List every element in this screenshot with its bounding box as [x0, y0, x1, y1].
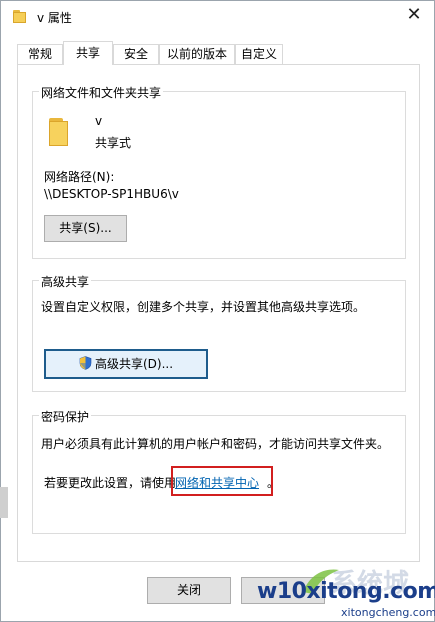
window-title: v 属性 [37, 11, 72, 25]
tab-customize[interactable]: 自定义 [235, 44, 283, 64]
network-path-value: \\DESKTOP-SP1HBU6\v [44, 187, 179, 201]
watermark-subtext: xitongcheng.com [341, 606, 435, 619]
tab-previous-versions[interactable]: 以前的版本 [159, 44, 235, 64]
network-path-label: 网络路径(N): [44, 170, 115, 184]
share-button[interactable]: 共享(S)... [44, 215, 127, 242]
folder-name: v [95, 114, 103, 128]
highlight-box [171, 466, 273, 496]
folder-icon [49, 118, 71, 146]
group-title: 密码保护 [39, 408, 92, 425]
properties-window: v 属性 ✕ 常规 共享 安全 以前的版本 自定义 网络文件和文件夹共享 v 共… [0, 0, 435, 622]
title-bar[interactable]: v 属性 ✕ [1, 1, 434, 33]
tab-sharing[interactable]: 共享 [63, 41, 113, 65]
group-title: 高级共享 [39, 273, 92, 290]
tab-general[interactable]: 常规 [17, 44, 63, 64]
uac-shield-icon [79, 356, 92, 370]
change-setting-text: 若要更改此设置，请使用 [44, 476, 177, 490]
close-icon[interactable]: ✕ [398, 1, 430, 29]
password-description: 用户必须具有此计算机的用户帐户和密码，才能访问共享文件夹。 [41, 437, 390, 451]
watermark-logo: w10xitong.com [257, 579, 435, 604]
group-title: 网络文件和文件夹共享 [39, 84, 164, 101]
advanced-share-description: 设置自定义权限，创建多个共享，并设置其他高级共享选项。 [41, 300, 366, 314]
advanced-share-button-label: 高级共享(D)... [94, 357, 174, 371]
share-status: 共享式 [95, 136, 132, 150]
folder-icon [13, 10, 29, 23]
advanced-share-button[interactable]: 高级共享(D)... [44, 349, 208, 379]
tab-security[interactable]: 安全 [113, 44, 159, 64]
background-window-edge [0, 487, 8, 518]
close-button[interactable]: 关闭 [147, 577, 231, 604]
